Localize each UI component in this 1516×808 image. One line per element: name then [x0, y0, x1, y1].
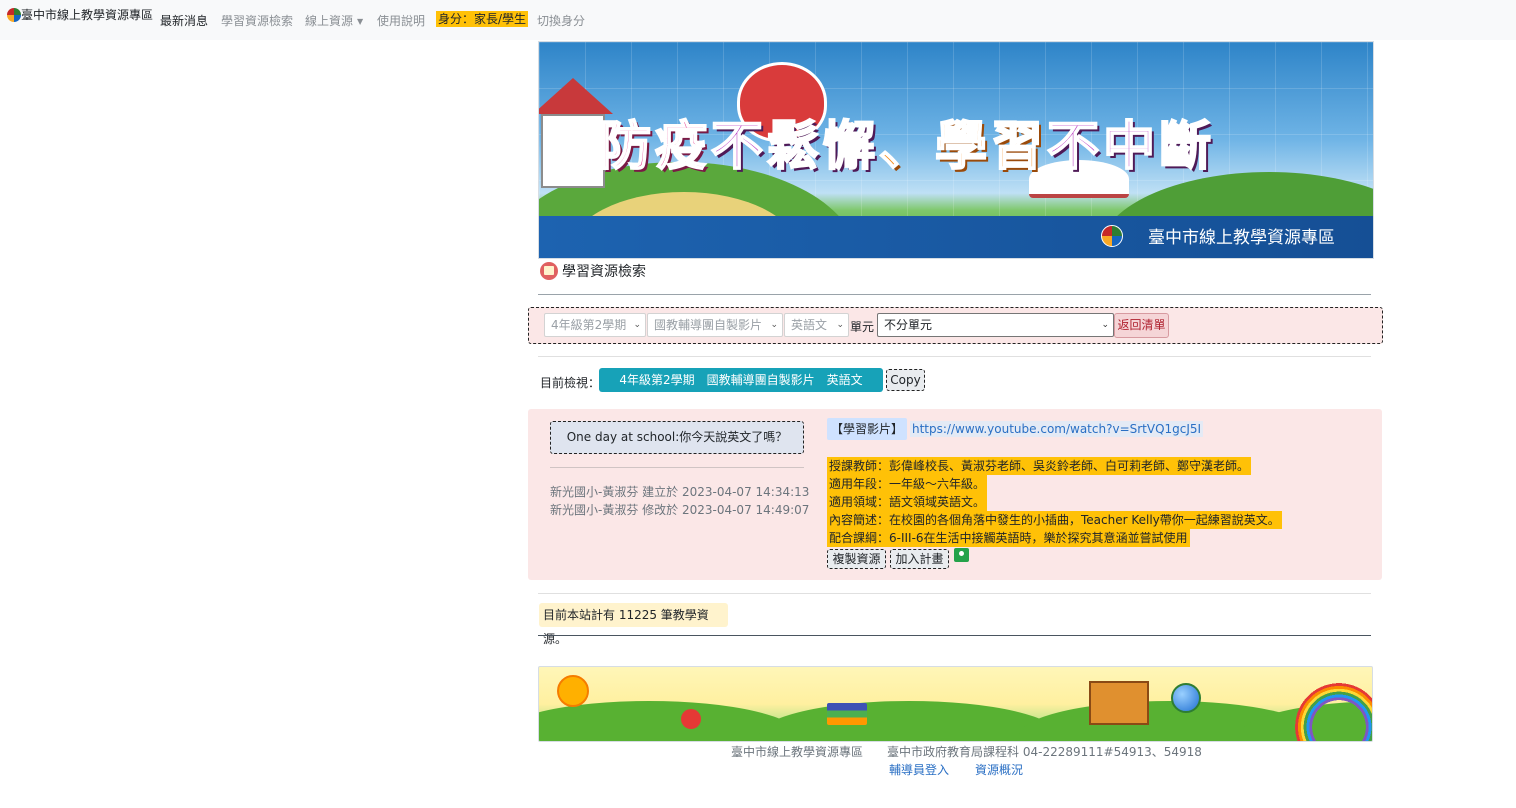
nav-usage-guide[interactable]: 使用說明 — [377, 12, 425, 29]
divider — [538, 356, 1371, 357]
resource-created-info: 新光國小-黃淑芬 建立於 2023-04-07 14:34:13 — [550, 485, 810, 499]
subject-value: 英語文 — [791, 318, 828, 332]
resource-curriculum: 配合課綱：6-III-6在生活中接觸英語時，樂於探究其意涵並嘗試使用 — [827, 529, 1190, 547]
current-view-label: 目前檢視： — [540, 376, 601, 390]
resource-teachers: 授課教師：彭偉峰校長、黃淑芬老師、吳炎鈴老師、白可莉老師、鄭守漢老師。 — [827, 457, 1252, 475]
chevron-down-icon: ⌄ — [1101, 320, 1109, 330]
site-logo-icon[interactable] — [7, 8, 21, 22]
unit-select[interactable]: 不分單元 ⌄ — [877, 313, 1114, 337]
add-to-plan-button[interactable]: 加入計畫 — [890, 549, 949, 569]
nav-switch-identity[interactable]: 切換身分 — [537, 12, 585, 29]
hero-banner: 防疫不鬆懈、學習不中斷 臺中市線上教學資源專區 — [538, 41, 1374, 259]
admin-login-link[interactable]: 輔導員登入 — [889, 761, 949, 778]
apple-icon — [681, 709, 701, 729]
resource-summary: 內容簡述：在校園的各個角落中發生的小插曲，Teacher Kelly帶你一起練習… — [827, 511, 1282, 529]
resource-grade-range: 適用年段：一年級～六年級。 — [827, 475, 988, 493]
banner-title: 防疫不鬆懈、學習不中斷 — [598, 104, 1216, 179]
banner-house-icon — [541, 114, 605, 188]
resource-count-notice: 目前本站計有 11225 筆教學資源。 — [539, 603, 728, 646]
banner-caption: 臺中市線上教學資源專區 — [1148, 228, 1335, 248]
divider — [538, 593, 1371, 594]
house-icon — [1089, 681, 1149, 725]
chevron-down-icon: ▼ — [357, 17, 364, 26]
divider — [550, 467, 804, 468]
identity-badge: 身分：家長/學生 — [436, 11, 529, 27]
subject-select[interactable]: 英語文 ⌄ — [784, 313, 849, 337]
grade-semester-value: 4年級第2學期 — [551, 318, 627, 332]
resource-url-link[interactable]: https://www.youtube.com/watch?v=SrtVQ1gc… — [910, 421, 1204, 437]
footer-site-name: 臺中市線上教學資源專區 — [731, 745, 864, 759]
divider — [538, 635, 1371, 636]
chevron-down-icon: ⌄ — [770, 320, 778, 330]
footer-org-contact: 臺中市政府教育局課程科 04-22289111#54913、54918 — [887, 745, 1202, 759]
banner-title-part5: 不中斷 — [1046, 116, 1216, 178]
site-logo-icon — [1101, 225, 1123, 247]
chevron-down-icon: ⌄ — [633, 320, 641, 330]
sun-icon — [557, 675, 589, 707]
copy-button[interactable]: Copy — [886, 369, 925, 391]
banner-title-part3: 、 — [878, 116, 936, 178]
google-classroom-share-icon[interactable] — [954, 548, 969, 562]
nav-online-resources-label: 線上資源 — [305, 14, 354, 28]
grade-semester-select[interactable]: 4年級第2學期 ⌄ — [544, 313, 646, 337]
banner-title-part4: 學習 — [934, 116, 1048, 178]
banner-title-part1: 防疫 — [598, 116, 712, 178]
page-title: 學習資源檢索 — [562, 264, 646, 280]
nav-online-resources[interactable]: 線上資源 ▼ — [305, 12, 363, 29]
resource-title-button[interactable]: One day at school:你今天說英文了嗎？ — [550, 421, 804, 454]
rainbow-icon — [1289, 677, 1372, 741]
category-select[interactable]: 國教輔導團自製影片 ⌄ — [647, 313, 783, 337]
copy-resource-button[interactable]: 複製資源 — [827, 549, 886, 569]
unit-label: 單元 — [850, 320, 875, 334]
resource-modified-info: 新光國小-黃淑芬 修改於 2023-04-07 14:49:07 — [550, 503, 810, 517]
site-brand[interactable]: 臺中市線上教學資源專區 — [21, 6, 153, 23]
footer-info: 臺中市線上教學資源專區 臺中市政府教育局課程科 04-22289111#5491… — [731, 743, 1202, 760]
banner-title-part2: 不鬆懈 — [710, 116, 880, 178]
current-view-pill: 4年級第2學期 國教輔導團自製影片 英語文 — [599, 368, 883, 392]
chevron-down-icon: ⌄ — [836, 320, 844, 330]
books-icon — [827, 703, 867, 725]
book-icon — [540, 262, 558, 280]
resource-domain: 適用領域：語文領域英語文。 — [827, 493, 988, 511]
top-navbar: 臺中市線上教學資源專區 最新消息 學習資源檢索 線上資源 ▼ 使用說明 身分：家長… — [0, 0, 1516, 40]
divider — [538, 294, 1371, 295]
nav-latest-news[interactable]: 最新消息 — [160, 12, 208, 29]
resource-overview-link[interactable]: 資源概況 — [975, 761, 1023, 778]
back-to-list-button[interactable]: 返回清單 — [1114, 313, 1169, 338]
nav-resource-search[interactable]: 學習資源檢索 — [221, 12, 293, 29]
globe-icon — [1171, 683, 1201, 713]
footer-banner — [538, 666, 1373, 742]
footer-hill — [759, 701, 1059, 741]
unit-value: 不分單元 — [884, 318, 933, 332]
resource-type-badge: 【學習影片】 — [827, 418, 907, 440]
category-value: 國教輔導團自製影片 — [654, 318, 763, 332]
